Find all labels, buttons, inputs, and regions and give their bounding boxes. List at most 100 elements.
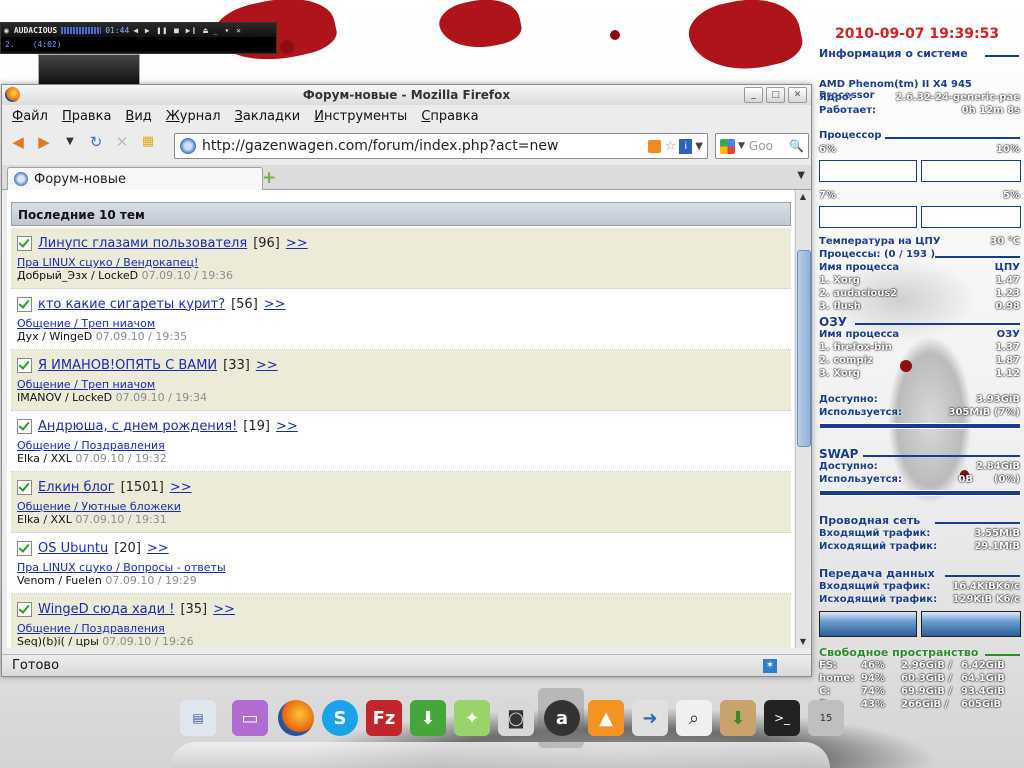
url-text[interactable]: http://gazenwagen.com/forum/index.php?ac… (202, 138, 648, 154)
topic-category-link[interactable]: Общение / Уютные бложеки (17, 500, 785, 513)
uptime-value: 0h 12m 8s (961, 105, 1020, 116)
forward-arrow-icon[interactable]: ▶ (34, 132, 54, 152)
wired-in-row: Входящий трафик: 3.55MiB (819, 528, 1020, 539)
topic-category-link[interactable]: Общение / Треп ниачом (17, 378, 785, 391)
proc-table-header: Имя процесса ЦПУ (819, 262, 1020, 273)
search-box[interactable]: ▼ Goo 🔍 (715, 133, 809, 159)
fs-pct: 94% (861, 673, 885, 684)
swap-used-pct: (0%) (993, 474, 1020, 485)
topic-last-post-link[interactable]: >> (264, 297, 286, 312)
back-arrow-icon[interactable]: ◀ (8, 132, 28, 152)
topic-category-link[interactable]: Пра LINUX сцуко / Вендокапец! (17, 256, 785, 269)
topic-title-link[interactable]: Я ИМАНОВ!ОПЯТЬ С ВАМИ (38, 358, 217, 373)
leaf-app-icon[interactable]: ✦ (454, 700, 490, 736)
fs-pct: 46% (861, 660, 885, 671)
url-dropdown-icon[interactable]: ▼ (695, 141, 703, 152)
rss-feed-icon[interactable] (647, 139, 661, 153)
topic-title-link[interactable]: Елкин блог (38, 480, 115, 495)
maximize-button[interactable]: □ (766, 87, 785, 103)
topic-title-link[interactable]: кто какие сигареты курит? (38, 297, 225, 312)
topic-category-link[interactable]: Общение / Треп ниачом (17, 317, 785, 330)
vlc-cone-icon[interactable]: ▲ (588, 700, 624, 736)
search-input[interactable]: Goo (749, 139, 773, 153)
monitor-icon[interactable]: ▭ (232, 700, 268, 736)
menu-edit[interactable]: Правка (62, 109, 111, 124)
audacious-window-buttons[interactable]: _ ▾ ✕ (213, 26, 242, 35)
history-dropdown-icon[interactable]: ▼ (60, 132, 80, 152)
trash-icon[interactable]: 15 (808, 700, 844, 736)
minimize-button[interactable]: _ (744, 87, 763, 103)
scroll-up-icon[interactable]: ▲ (796, 190, 810, 203)
camera-icon[interactable]: ◙ (498, 700, 534, 736)
topic-title-link[interactable]: OS Ubuntu (38, 541, 108, 556)
close-button[interactable]: ✕ (788, 87, 807, 103)
menu-bookmarks[interactable]: Закладки (235, 109, 301, 124)
topic-read-icon (17, 479, 32, 495)
package-installer-icon[interactable]: ⬇ (720, 700, 756, 736)
kernel-value: 2.6.32-24-generic-pae (895, 92, 1020, 103)
addon-status-icon[interactable]: ✶ (763, 659, 777, 673)
playback-controls[interactable]: ◀ ▶ ❚❚ ■ ▶❙ ⏏ (133, 26, 209, 35)
ram-usage-bar (819, 423, 1021, 429)
menu-tools[interactable]: Инструменты (314, 109, 407, 124)
cpu-proc-row: 2. audacious2 1.23 (819, 288, 1020, 299)
firefox-icon[interactable] (278, 700, 314, 736)
cpu3-pct: 7% (819, 190, 836, 201)
topic-category-link[interactable]: Общение / Поздравления (17, 439, 785, 452)
network-manager-icon[interactable]: ▤ (180, 700, 216, 736)
skype-icon[interactable]: S (322, 700, 358, 736)
topic-title-link[interactable]: Линупс глазами пользователя (38, 236, 247, 251)
topic-date: 07.09.10 / 19:32 (75, 452, 167, 465)
track-number: 2. (5, 39, 15, 49)
menu-history[interactable]: Журнал (166, 109, 221, 124)
search-icon[interactable]: 🔍 (789, 139, 804, 153)
vertical-scrollbar[interactable]: ▲ ▼ (795, 190, 811, 648)
info-icon[interactable]: i (679, 138, 693, 154)
url-bar[interactable]: http://gazenwagen.com/forum/index.php?ac… (174, 133, 708, 159)
download-manager-icon[interactable]: ⬇ (410, 700, 446, 736)
audacious-icon[interactable]: a (544, 700, 580, 736)
topic-read-icon (17, 357, 32, 373)
download-graph (819, 611, 917, 637)
tab-forum-new[interactable]: Форум-новые (7, 167, 263, 190)
cpu-proc-value: 1.47 (995, 275, 1020, 286)
image-viewer-icon[interactable]: ⌕ (676, 700, 712, 736)
topic-title-link[interactable]: WingeD сюда хади ! (38, 602, 174, 617)
topic-category-link[interactable]: Общение / Поздравления (17, 622, 785, 635)
home-icon[interactable]: ▦ (138, 132, 158, 152)
topic-last-post-link[interactable]: >> (213, 602, 235, 617)
menu-file[interactable]: Файл (12, 109, 48, 124)
menu-help[interactable]: Справка (421, 109, 478, 124)
topic-last-post-link[interactable]: >> (256, 358, 278, 373)
video-editor-icon[interactable]: ➜ (632, 700, 668, 736)
topic-read-icon (17, 418, 32, 434)
scrollbar-thumb[interactable] (797, 250, 811, 447)
site-identity-icon[interactable] (180, 138, 196, 154)
audacious-player[interactable]: ◉ AUDACIOUS 01:44 ◀ ▶ ❚❚ ■ ▶❙ ⏏ _ ▾ ✕ 2.… (0, 22, 277, 54)
topic-last-post-link[interactable]: >> (147, 541, 169, 556)
tab-list-chevron-icon[interactable]: ▼ (797, 170, 805, 181)
cpu-proc-value: 1.23 (995, 288, 1020, 299)
topic-title-link[interactable]: Андрюша, с днем рождения! (38, 419, 237, 434)
search-engine-icon[interactable] (720, 138, 735, 154)
filezilla-icon[interactable]: Fz (366, 700, 402, 736)
terminal-icon[interactable]: >_ (764, 700, 800, 736)
topic-read-icon (17, 235, 32, 251)
blood-drop-decoration (280, 40, 294, 54)
window-thumbnail (38, 54, 140, 86)
topic-date: 07.09.10 / 19:35 (95, 330, 188, 343)
menu-view[interactable]: Вид (125, 109, 151, 124)
window-titlebar[interactable]: Форум-новые - Mozilla Firefox _ □ ✕ (2, 85, 811, 105)
new-tab-button[interactable]: + (262, 168, 276, 188)
topic-last-post-link[interactable]: >> (286, 236, 308, 251)
firefox-app-icon[interactable] (5, 87, 20, 102)
reload-icon[interactable]: ↻ (86, 132, 106, 152)
bookmark-star-icon[interactable]: ☆ (665, 139, 677, 154)
ram-avail-row: Доступно: 3.93GiB (819, 394, 1020, 405)
stop-icon[interactable]: ✕ (112, 132, 132, 152)
scroll-down-icon[interactable]: ▼ (796, 635, 810, 648)
topic-category-link[interactable]: Пра LINUX сцуко / Вопросы - ответы (17, 561, 785, 574)
topic-last-post-link[interactable]: >> (170, 480, 192, 495)
engine-dropdown-icon[interactable]: ▼ (738, 141, 745, 151)
topic-last-post-link[interactable]: >> (276, 419, 298, 434)
